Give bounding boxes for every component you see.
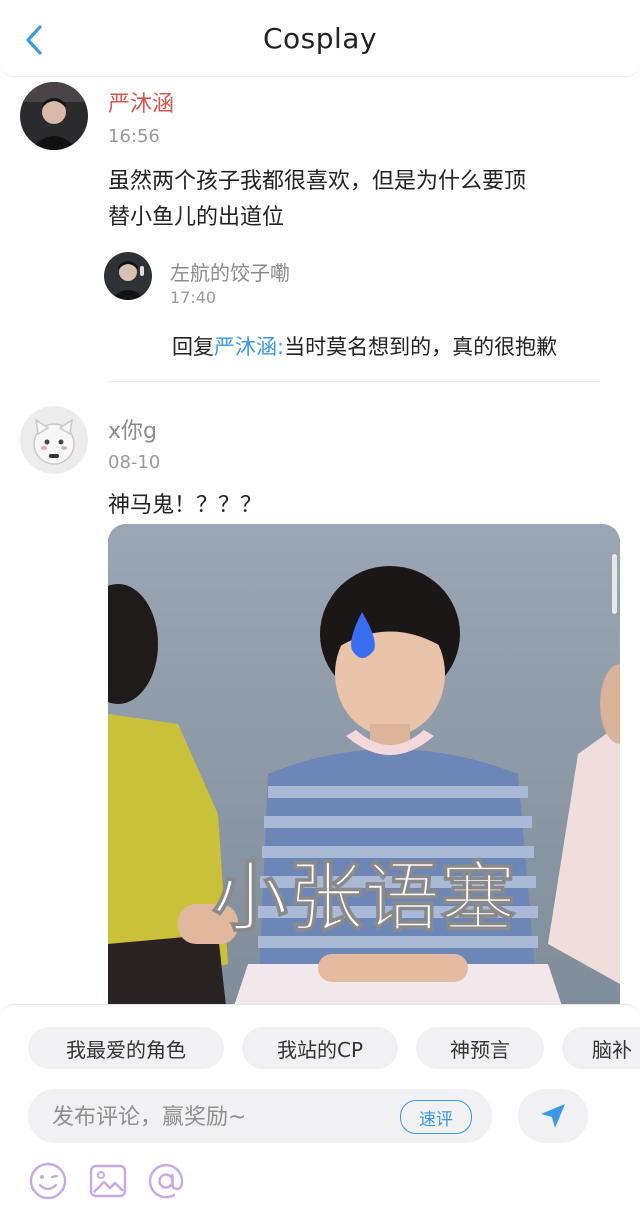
comment-time: 16:56 <box>108 126 160 147</box>
send-button[interactable] <box>518 1089 588 1143</box>
reply-time: 17:40 <box>170 288 217 307</box>
comment-divider <box>108 381 600 382</box>
image-button[interactable] <box>88 1161 128 1201</box>
comment-input-container[interactable]: 速评 <box>28 1089 492 1143</box>
reply-text: 回复严沐涵:当时莫名想到的，真的很抱歉 <box>172 331 557 361</box>
page-title: Cosplay <box>262 22 378 55</box>
topic-chip[interactable]: 脑补 <box>562 1027 640 1069</box>
comment-text-line-1: 虽然两个孩子我都很喜欢，但是为什么要顶 <box>108 169 527 194</box>
top-nav-bar: Cosplay <box>0 0 640 77</box>
emoji-icon <box>29 1162 67 1200</box>
comment-composer: 我最爱的角色 我站的CP 神预言 脑补 速评 <box>0 1004 640 1225</box>
comment-input[interactable] <box>50 1099 394 1135</box>
comment-author[interactable]: x你g <box>108 413 157 445</box>
reply-prefix: 回复 <box>172 335 214 359</box>
image-icon <box>89 1164 127 1198</box>
reply-avatar[interactable] <box>104 252 152 300</box>
meme-caption: 小张语塞 <box>212 853 516 942</box>
meme-photo: 小张语塞 <box>108 524 620 1024</box>
reply-target-link[interactable]: 严沐涵 <box>214 335 277 359</box>
comment-text: 神马鬼！？？？ <box>108 493 263 518</box>
reply-body: 当时莫名想到的，真的很抱歉 <box>284 335 558 359</box>
comment-image[interactable]: 小张语塞 <box>108 524 620 1024</box>
comment-text-line-2: 替小鱼儿的出道位 <box>108 205 285 230</box>
send-icon <box>541 1104 565 1128</box>
avatar[interactable] <box>20 406 88 474</box>
topic-chip[interactable]: 我站的CP <box>242 1027 398 1069</box>
mention-button[interactable] <box>146 1161 186 1201</box>
reply-author[interactable]: 左航的饺子嘞 <box>170 257 290 286</box>
topic-chip[interactable]: 神预言 <box>416 1027 544 1069</box>
topic-chip[interactable]: 我最爱的角色 <box>28 1027 224 1069</box>
mention-icon <box>148 1163 184 1199</box>
quick-review-button[interactable]: 速评 <box>400 1100 472 1134</box>
comment-author[interactable]: 严沐涵 <box>108 86 174 118</box>
comment-time: 08-10 <box>108 452 161 473</box>
emoji-button[interactable] <box>28 1161 68 1201</box>
avatar[interactable] <box>20 82 88 150</box>
